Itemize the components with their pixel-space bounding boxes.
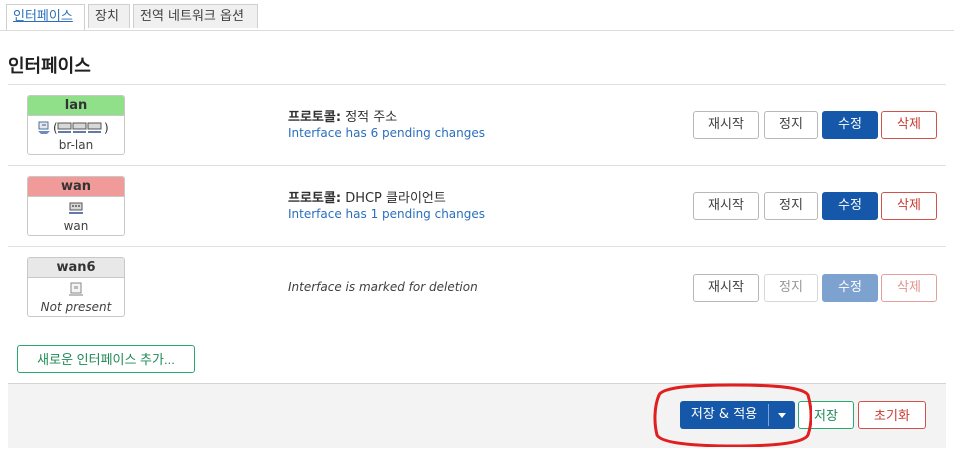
- deletion-status-text: Interface is marked for deletion: [288, 280, 478, 294]
- page-title: 인터페이스: [8, 56, 91, 77]
- protocol-label: 프로토콜:: [288, 191, 342, 206]
- delete-button[interactable]: 삭제: [881, 111, 937, 139]
- edit-button[interactable]: 수정: [822, 274, 878, 302]
- delete-button[interactable]: 삭제: [881, 274, 937, 302]
- save-apply-label: 저장 & 적용: [690, 407, 758, 422]
- footer-actions: 저장 & 적용 저장 초기화: [8, 383, 946, 448]
- interface-device: Not present: [40, 300, 112, 314]
- interface-row-lan: lan ( ) br-lan 프로토콜: 정적 주소 Interface has…: [8, 85, 946, 166]
- protocol-value: DHCP 클라이언트: [345, 191, 446, 206]
- stop-button[interactable]: 정지: [764, 111, 818, 139]
- interface-device: br-lan: [58, 138, 94, 152]
- save-button[interactable]: 저장: [798, 401, 854, 429]
- protocol-text: 프로토콜: 정적 주소: [288, 106, 397, 125]
- tab-devices[interactable]: 장치: [88, 4, 130, 28]
- interface-badge-lan: lan ( ) br-lan: [27, 95, 125, 155]
- edit-button[interactable]: 수정: [822, 111, 878, 139]
- add-interface-button[interactable]: 새로운 인터페이스 추가...: [17, 345, 195, 373]
- tab-global-network-options[interactable]: 전역 네트워크 옵션: [133, 4, 258, 28]
- dropdown-caret-icon[interactable]: [769, 401, 795, 429]
- tab-bar: 인터페이스 장치 전역 네트워크 옵션: [0, 0, 954, 31]
- reset-button[interactable]: 초기화: [858, 401, 926, 429]
- protocol-text: 프로토콜: DHCP 클라이언트: [288, 187, 446, 206]
- pending-changes-text: Interface has 1 pending changes: [288, 207, 486, 221]
- protocol-label: 프로토콜:: [288, 110, 342, 125]
- svg-text:(: (: [53, 121, 58, 135]
- interface-badge-wan: wan wan: [27, 176, 125, 236]
- interface-device: wan: [63, 219, 89, 233]
- interface-badge-wan6: wan6 Not present: [27, 257, 125, 317]
- save-apply-button[interactable]: 저장 & 적용: [680, 401, 795, 429]
- delete-button[interactable]: 삭제: [881, 192, 937, 220]
- interface-row-wan6: wan6 Not present Interface is marked for…: [8, 247, 946, 327]
- disconnected-port-icon: [28, 280, 124, 300]
- stop-button[interactable]: 정지: [764, 192, 818, 220]
- stop-button[interactable]: 정지: [764, 274, 818, 302]
- svg-text:): ): [104, 121, 109, 135]
- ethernet-port-icon: [28, 199, 124, 219]
- interface-name: lan: [28, 96, 124, 116]
- bridge-icon: ( ): [28, 118, 124, 138]
- protocol-value: 정적 주소: [345, 110, 398, 125]
- interface-row-wan: wan wan 프로토콜: DHCP 클라이언트 Interface has 1…: [8, 166, 946, 247]
- interface-name: wan6: [28, 258, 124, 278]
- restart-button[interactable]: 재시작: [693, 111, 759, 139]
- tab-interfaces[interactable]: 인터페이스: [6, 4, 85, 30]
- pending-changes-text: Interface has 6 pending changes: [288, 126, 486, 140]
- restart-button[interactable]: 재시작: [693, 192, 759, 220]
- interface-name: wan: [28, 177, 124, 197]
- edit-button[interactable]: 수정: [822, 192, 878, 220]
- restart-button[interactable]: 재시작: [693, 274, 759, 302]
